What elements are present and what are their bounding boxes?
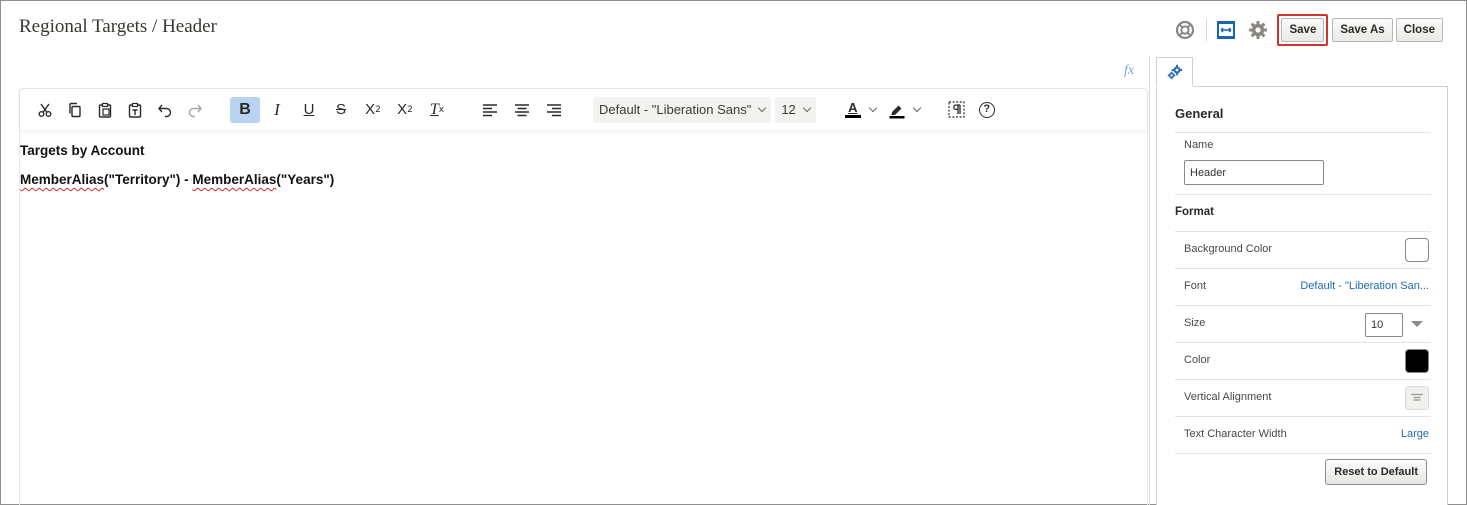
editor-content[interactable]: Targets by Account MemberAlias("Territor… [20,143,334,187]
paste-text-icon[interactable] [120,97,150,123]
text-char-width-label: Text Character Width [1184,428,1287,440]
name-input[interactable] [1184,160,1324,185]
divider [1175,342,1431,343]
underline-button[interactable]: U [294,97,324,123]
divider [1175,268,1431,269]
align-center-icon[interactable] [507,97,537,123]
text-color-letter: A [848,99,858,115]
undo-icon[interactable] [150,97,180,123]
help-label: ? [983,103,991,115]
divider [1175,132,1431,133]
divider [1175,379,1431,380]
italic-label: I [274,99,280,119]
clear-format-label: T [429,100,439,118]
underline-label: U [303,101,315,118]
font-family-select[interactable]: Default - "Liberation Sans" [593,96,772,123]
subscript-label: X [365,101,376,118]
properties-tab[interactable] [1156,57,1193,87]
help-circle-icon: ? [978,101,995,118]
formula-icon[interactable]: fx [1124,63,1134,79]
background-color-label: Background Color [1184,243,1273,255]
properties-panel: General Name Format Background Color Fon… [1156,86,1448,505]
font-size-select[interactable]: 12 [775,96,816,123]
name-label: Name [1184,139,1214,151]
superscript-button[interactable]: X2 [390,97,420,123]
font-link[interactable]: Default - "Liberation San... [1300,280,1429,292]
color-label: Color [1184,354,1211,366]
text-char-width-link[interactable]: Large [1401,428,1429,440]
superscript-mark: 2 [407,104,413,115]
text-color-bar [844,114,861,118]
vertical-alignment-label: Vertical Alignment [1184,391,1272,403]
cut-icon[interactable] [30,97,60,123]
redo-icon[interactable] [180,97,210,123]
close-button[interactable]: Close [1395,18,1443,42]
save-as-button[interactable]: Save As [1332,18,1393,42]
help-ring-icon[interactable] [1172,17,1198,43]
background-color-swatch[interactable] [1405,238,1429,262]
splitter[interactable] [1149,56,1150,505]
subscript-button[interactable]: X2 [358,97,388,123]
show-blocks-icon[interactable] [942,97,972,123]
clear-format-mark: x [438,104,445,115]
format-heading: Format [1175,206,1214,218]
gears-icon [1167,64,1182,79]
bold-button[interactable]: B [230,96,260,123]
header-toolbar: Save Save As Close [1172,14,1443,46]
text-color-button[interactable]: A [842,97,864,123]
chevron-down-icon [758,103,767,112]
divider [1175,453,1431,454]
highlight-color-icon[interactable] [886,97,908,123]
font-label: Font [1184,280,1207,292]
gear-icon[interactable] [1245,17,1271,43]
content-line-title: Targets by Account [20,143,145,158]
divider [1175,194,1431,195]
help-button[interactable]: ? [972,97,1002,123]
divider [1175,416,1431,417]
content-line-formula: MemberAlias("Territory") - MemberAlias("… [20,172,334,187]
save-button-highlight: Save [1277,14,1329,46]
chevron-down-icon[interactable] [868,103,878,112]
chevron-down-icon[interactable] [912,103,922,112]
spellcheck-word: MemberAlias [192,172,277,187]
size-label: Size [1184,317,1206,329]
formula-text: ("Territory") - [104,172,193,187]
align-left-icon[interactable] [475,97,505,123]
copy-icon[interactable] [60,97,90,123]
size-input[interactable] [1365,313,1403,337]
layout-icon[interactable] [1213,17,1239,43]
strikethrough-label: S [335,101,346,118]
reset-to-default-button[interactable]: Reset to Default [1325,459,1427,485]
color-swatch[interactable] [1405,349,1429,373]
font-family-value: Default - "Liberation Sans" [599,102,752,117]
divider [1175,231,1431,232]
spellcheck-word: MemberAlias [20,172,105,187]
clear-format-button[interactable]: Tx [422,97,452,123]
strikethrough-button[interactable]: S [326,97,356,123]
page-title: Regional Targets / Header [19,16,217,37]
editor-toolbar: B I U S X2 X2 Tx Default - "Liberation S… [20,89,1147,130]
chevron-down-icon [802,103,812,112]
save-button[interactable]: Save [1281,18,1325,42]
general-heading: General [1175,106,1224,121]
align-top-icon [1411,393,1423,401]
header-separator [1206,19,1208,41]
bold-label: B [239,100,251,118]
font-size-value: 12 [781,102,796,117]
caret-down-icon[interactable] [1411,321,1423,327]
italic-button[interactable]: I [262,97,292,123]
subscript-mark: 2 [375,104,381,115]
formula-text: ("Years") [276,172,335,187]
paste-icon[interactable] [90,97,120,123]
align-right-icon[interactable] [539,97,569,123]
superscript-label: X [397,101,408,118]
divider [1175,305,1431,306]
vertical-alignment-button[interactable] [1405,386,1429,410]
